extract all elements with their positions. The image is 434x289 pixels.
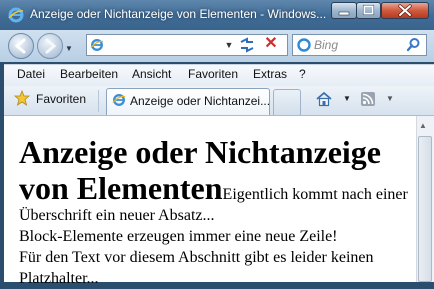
magnifier-icon[interactable] (405, 37, 421, 53)
menu-item-favoriten[interactable]: Favoriten (188, 67, 238, 81)
minimize-button[interactable] (331, 2, 357, 19)
back-arrow-icon (14, 38, 26, 54)
favorites-button-label[interactable]: Favoriten (36, 92, 86, 106)
search-input[interactable] (314, 36, 402, 54)
scroll-up-arrow-icon[interactable]: ▲ (419, 121, 427, 130)
compatibility-view-icon[interactable] (238, 37, 256, 53)
menu-item-extras[interactable]: Extras (253, 67, 287, 81)
menu-item-bearbeiten[interactable]: Bearbeiten (60, 67, 118, 81)
back-button[interactable] (8, 33, 34, 59)
stop-icon[interactable]: ✕ (262, 35, 280, 53)
new-tab-button[interactable] (273, 89, 301, 115)
minimize-icon (338, 11, 350, 16)
maximize-icon (362, 4, 375, 16)
feeds-dropdown[interactable]: ▼ (386, 94, 394, 103)
window-title: Anzeige oder Nichtanzeige von Elementen … (30, 7, 327, 21)
scrollbar-thumb[interactable] (418, 136, 432, 282)
home-icon[interactable] (315, 91, 333, 107)
tab-ie-icon (112, 94, 126, 106)
close-icon (398, 4, 412, 17)
forward-arrow-icon (45, 38, 57, 54)
address-input[interactable] (107, 36, 219, 54)
favorites-star-icon[interactable] (14, 90, 30, 106)
address-dropdown[interactable]: ▼ (222, 37, 236, 53)
text-line: Block-Elemente erzeugen immer eine neue … (19, 228, 338, 245)
rss-feed-icon[interactable] (360, 91, 376, 107)
page-content: Anzeige oder Nichtanzeige von ElementenE… (19, 134, 415, 289)
tab-label[interactable]: Anzeige oder Nichtanzei... (130, 94, 270, 108)
bing-icon[interactable] (297, 38, 311, 52)
close-button[interactable] (381, 2, 429, 19)
menu-item-datei[interactable]: Datei (17, 67, 45, 81)
maximize-button[interactable] (356, 2, 381, 19)
forward-button[interactable] (37, 33, 63, 59)
page-ie-icon (90, 39, 104, 51)
recent-pages-dropdown[interactable]: ▼ (65, 44, 73, 53)
menu-item-help[interactable]: ? (299, 67, 306, 81)
menu-item-ansicht[interactable]: Ansicht (132, 67, 171, 81)
text-line: Für den Text vor diesem Abschnitt gibt e… (19, 249, 374, 287)
home-dropdown[interactable]: ▼ (343, 94, 351, 103)
ie-icon (8, 7, 24, 23)
toolbar-separator (98, 90, 99, 112)
